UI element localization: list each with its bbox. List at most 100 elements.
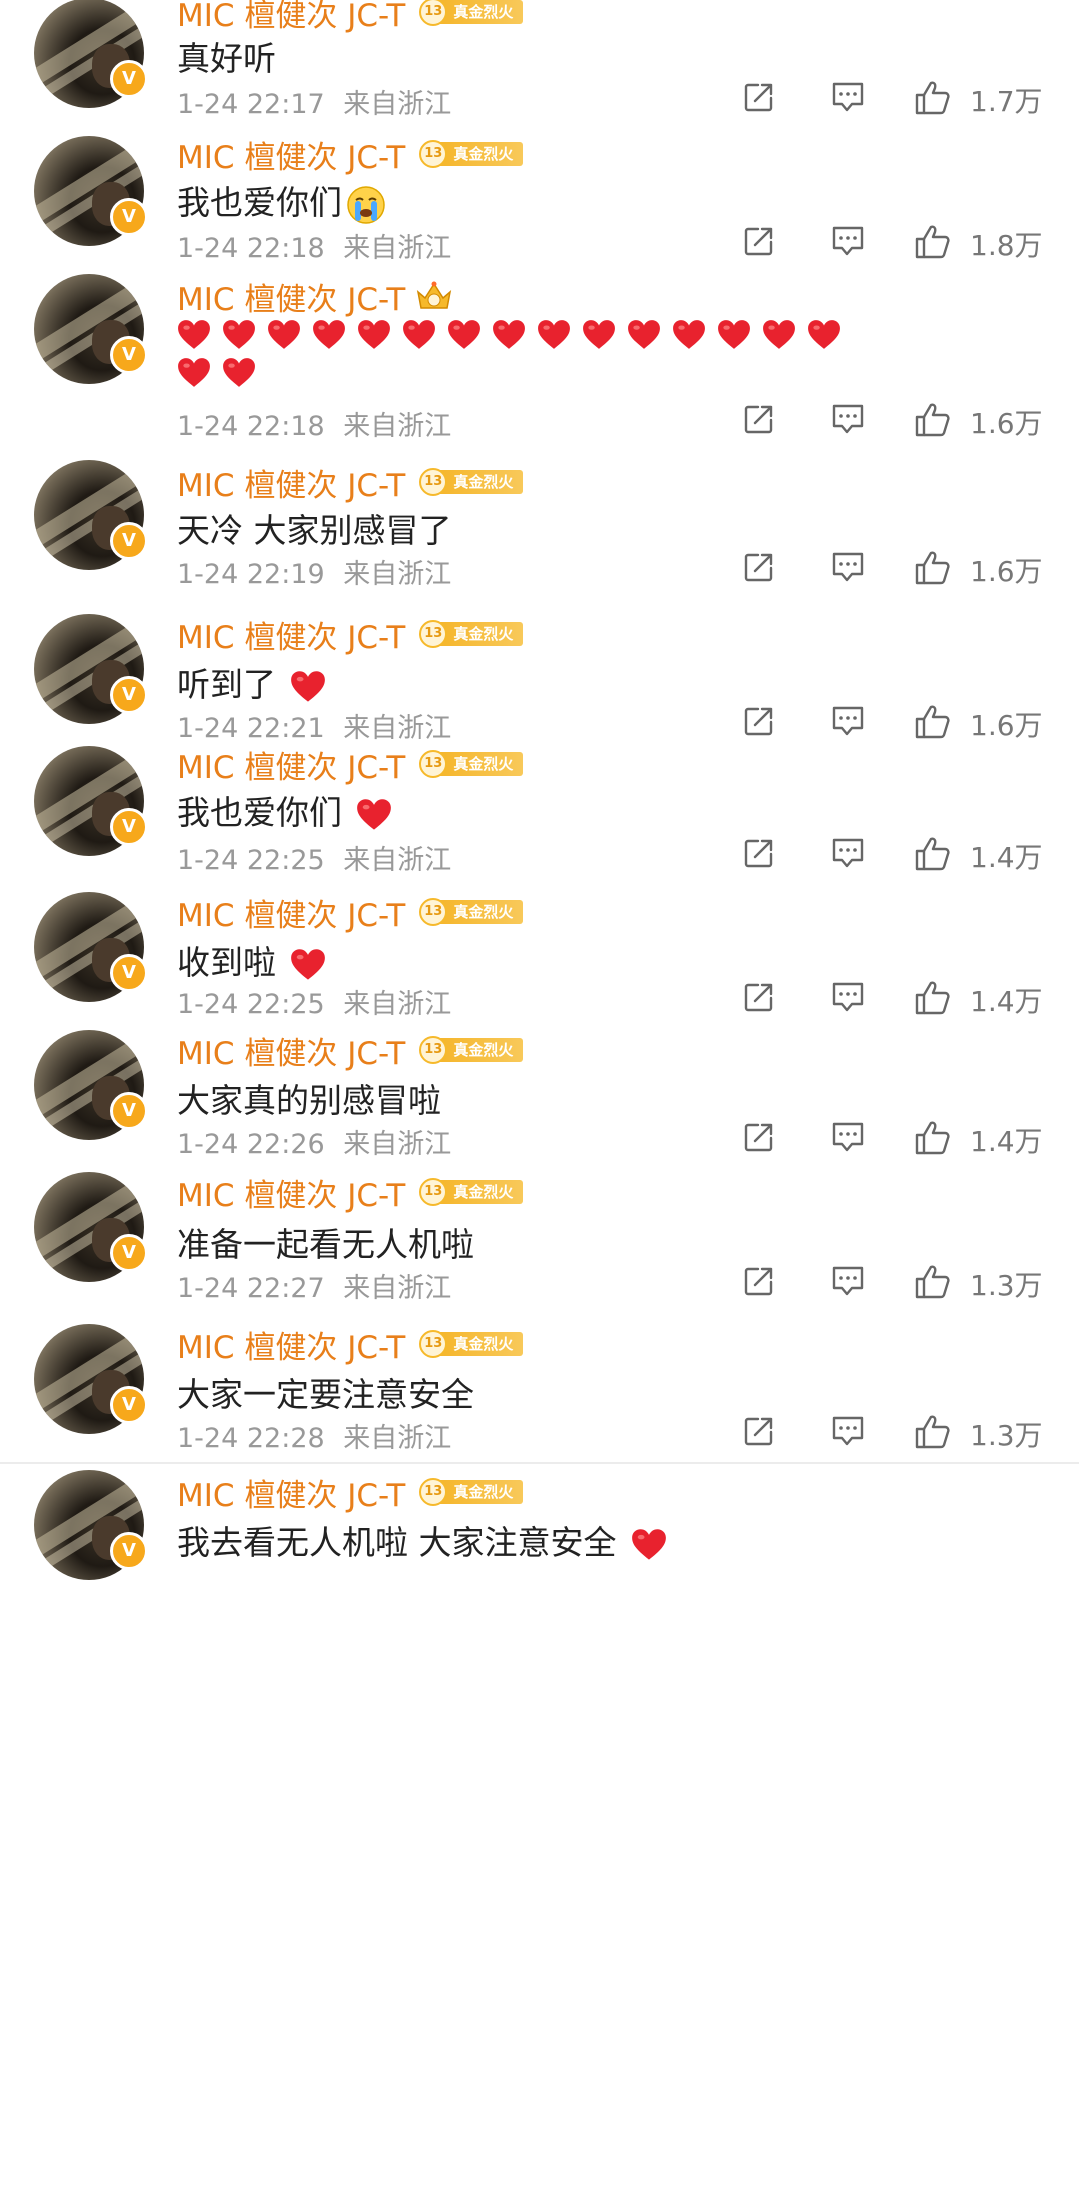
comment-item[interactable]: V MIC 檀健次 JC-T 13 真金烈火 大家一定要注意安全 1-24 22:28 来… bbox=[0, 0, 1079, 2190]
comment-icon[interactable] bbox=[830, 550, 866, 588]
like-count[interactable]: 1.7万 bbox=[970, 80, 1043, 120]
share-icon[interactable] bbox=[742, 1120, 776, 1158]
avatar[interactable] bbox=[34, 892, 144, 1002]
comment-item[interactable]: V MIC 檀健次 JC-T 13 真金烈火 准备一起看无人机啦 1-24 22:27 来… bbox=[0, 0, 1079, 2190]
share-icon[interactable] bbox=[742, 836, 776, 874]
avatar[interactable] bbox=[34, 0, 144, 108]
share-icon[interactable] bbox=[742, 80, 776, 118]
comment-item[interactable]: V MIC 檀健次 JC-T 13 真金烈火 天冷 大家别感冒了 1-24 22:19 来… bbox=[0, 0, 1079, 2190]
fan-level: 13 bbox=[419, 140, 448, 168]
timestamp: 1-24 22:28 bbox=[177, 1423, 325, 1454]
heart-emoji bbox=[357, 798, 391, 830]
fan-badge[interactable]: 13 真金烈火 bbox=[419, 1036, 524, 1064]
avatar[interactable] bbox=[34, 274, 144, 384]
like-count[interactable]: 1.8万 bbox=[970, 224, 1043, 264]
thumbs-up-icon[interactable] bbox=[914, 550, 952, 590]
avatar[interactable] bbox=[34, 136, 144, 246]
fan-badge[interactable]: 13 真金烈火 bbox=[419, 1178, 524, 1206]
avatar[interactable] bbox=[34, 1324, 144, 1434]
thumbs-up-icon[interactable] bbox=[914, 1264, 952, 1304]
username[interactable]: MIC 檀健次 JC-T bbox=[177, 0, 405, 35]
thumbs-up-icon[interactable] bbox=[914, 80, 952, 120]
fan-badge[interactable]: 13 真金烈火 bbox=[419, 0, 524, 26]
comment-icon[interactable] bbox=[830, 1414, 866, 1452]
comment-icon[interactable] bbox=[830, 980, 866, 1018]
fan-level: 13 bbox=[419, 898, 448, 926]
location: 来自浙江 bbox=[343, 989, 452, 1020]
username[interactable]: MIC 檀健次 JC-T bbox=[177, 460, 405, 505]
comment-text bbox=[177, 318, 846, 352]
fan-badge[interactable]: 13 真金烈火 bbox=[419, 898, 524, 926]
comment-text: 收到啦 bbox=[177, 936, 326, 984]
comment-feed: V MIC 檀健次 JC-T 13 真金烈火 真好听 1-24 22:17 来自浙江 1.7… bbox=[0, 0, 1079, 2190]
thumbs-up-icon[interactable] bbox=[914, 704, 952, 744]
fan-label: 真金烈火 bbox=[439, 0, 524, 24]
comment-actions: 1.4万 bbox=[742, 978, 1043, 1020]
username[interactable]: MIC 檀健次 JC-T bbox=[177, 1028, 405, 1073]
thumbs-up-icon[interactable] bbox=[914, 402, 952, 442]
fan-badge[interactable]: 13 真金烈火 bbox=[419, 620, 524, 648]
thumbs-up-icon[interactable] bbox=[914, 836, 952, 876]
fan-badge[interactable]: 13 真金烈火 bbox=[419, 1330, 524, 1358]
like-count[interactable]: 1.4万 bbox=[970, 980, 1043, 1020]
fan-level: 13 bbox=[419, 1178, 448, 1206]
like-count[interactable]: 1.3万 bbox=[970, 1264, 1043, 1304]
avatar[interactable] bbox=[34, 1172, 144, 1282]
comment-item[interactable]: V MIC 檀健次 JC-T 13 真金烈火 真好听 1-24 22:17 来自浙江 1.7… bbox=[0, 0, 1079, 2190]
like-count[interactable]: 1.4万 bbox=[970, 1120, 1043, 1160]
share-icon[interactable] bbox=[742, 704, 776, 742]
share-icon[interactable] bbox=[742, 980, 776, 1018]
share-icon[interactable] bbox=[742, 1264, 776, 1302]
fan-badge[interactable]: 13 真金烈火 bbox=[419, 750, 524, 778]
comment-item[interactable]: V MIC 檀健次 JC-T 1-24 22:18 来自浙江 1.6万 bbox=[0, 0, 1079, 2190]
username[interactable]: MIC 檀健次 JC-T bbox=[177, 742, 405, 787]
comment-icon[interactable] bbox=[830, 704, 866, 742]
username[interactable]: MIC 檀健次 JC-T bbox=[177, 890, 405, 935]
share-icon[interactable] bbox=[742, 1414, 776, 1452]
comment-text: 大家真的别感冒啦 bbox=[177, 1074, 441, 1122]
comment-icon[interactable] bbox=[830, 80, 866, 118]
comment-item[interactable]: V MIC 檀健次 JC-T 13 真金烈火 我去看无人机啦 大家注意安全 bbox=[0, 0, 1079, 2190]
fan-badge[interactable]: 13 真金烈火 bbox=[419, 468, 524, 496]
avatar[interactable] bbox=[34, 614, 144, 724]
username[interactable]: MIC 檀健次 JC-T bbox=[177, 1170, 405, 1215]
comment-icon[interactable] bbox=[830, 402, 866, 440]
avatar[interactable] bbox=[34, 746, 144, 856]
username[interactable]: MIC 檀健次 JC-T bbox=[177, 132, 405, 177]
share-icon[interactable] bbox=[742, 550, 776, 588]
share-icon[interactable] bbox=[742, 224, 776, 262]
like-count[interactable]: 1.6万 bbox=[970, 550, 1043, 590]
avatar[interactable] bbox=[34, 1470, 144, 1580]
comment-icon[interactable] bbox=[830, 836, 866, 874]
like-count[interactable]: 1.4万 bbox=[970, 836, 1043, 876]
username[interactable]: MIC 檀健次 JC-T bbox=[177, 1322, 405, 1367]
fan-badge[interactable]: 13 真金烈火 bbox=[419, 1478, 524, 1506]
comment-icon[interactable] bbox=[830, 1264, 866, 1302]
thumbs-up-icon[interactable] bbox=[914, 1414, 952, 1454]
thumbs-up-icon[interactable] bbox=[914, 1120, 952, 1160]
comment-text: 听到了 bbox=[177, 658, 326, 706]
comment-icon[interactable] bbox=[830, 1120, 866, 1158]
share-icon[interactable] bbox=[742, 402, 776, 440]
avatar[interactable] bbox=[34, 460, 144, 570]
comment-item[interactable]: V MIC 檀健次 JC-T 13 真金烈火 我也爱你们 1-24 22:25 来自浙江 1… bbox=[0, 0, 1079, 2190]
heart-emoji bbox=[291, 670, 325, 702]
comment-item[interactable]: V MIC 檀健次 JC-T 13 真金烈火 我也爱你们 1-24 22:18 来自浙江 1… bbox=[0, 0, 1079, 2190]
comment-item[interactable]: V MIC 檀健次 JC-T 13 真金烈火 听到了 1-24 22:21 来自浙江 1.6… bbox=[0, 0, 1079, 2190]
comment-icon[interactable] bbox=[830, 224, 866, 262]
username[interactable]: MIC 檀健次 JC-T bbox=[177, 612, 405, 657]
like-count[interactable]: 1.6万 bbox=[970, 704, 1043, 744]
thumbs-up-icon[interactable] bbox=[914, 224, 952, 264]
username[interactable]: MIC 檀健次 JC-T bbox=[177, 1470, 405, 1515]
like-count[interactable]: 1.6万 bbox=[970, 402, 1043, 442]
comment-item[interactable]: V MIC 檀健次 JC-T 13 真金烈火 大家真的别感冒啦 1-24 22:26 来自… bbox=[0, 0, 1079, 2190]
location: 来自浙江 bbox=[343, 89, 452, 120]
thumbs-up-icon[interactable] bbox=[914, 980, 952, 1020]
comment-item[interactable]: V MIC 檀健次 JC-T 13 真金烈火 收到啦 1-24 22:25 来自浙江 1.4… bbox=[0, 0, 1079, 2190]
location: 来自浙江 bbox=[343, 559, 452, 590]
avatar[interactable] bbox=[34, 1030, 144, 1140]
username[interactable]: MIC 檀健次 JC-T bbox=[177, 274, 405, 319]
fan-badge[interactable]: 13 真金烈火 bbox=[419, 140, 524, 168]
like-count[interactable]: 1.3万 bbox=[970, 1414, 1043, 1454]
heart-emoji bbox=[291, 948, 325, 980]
